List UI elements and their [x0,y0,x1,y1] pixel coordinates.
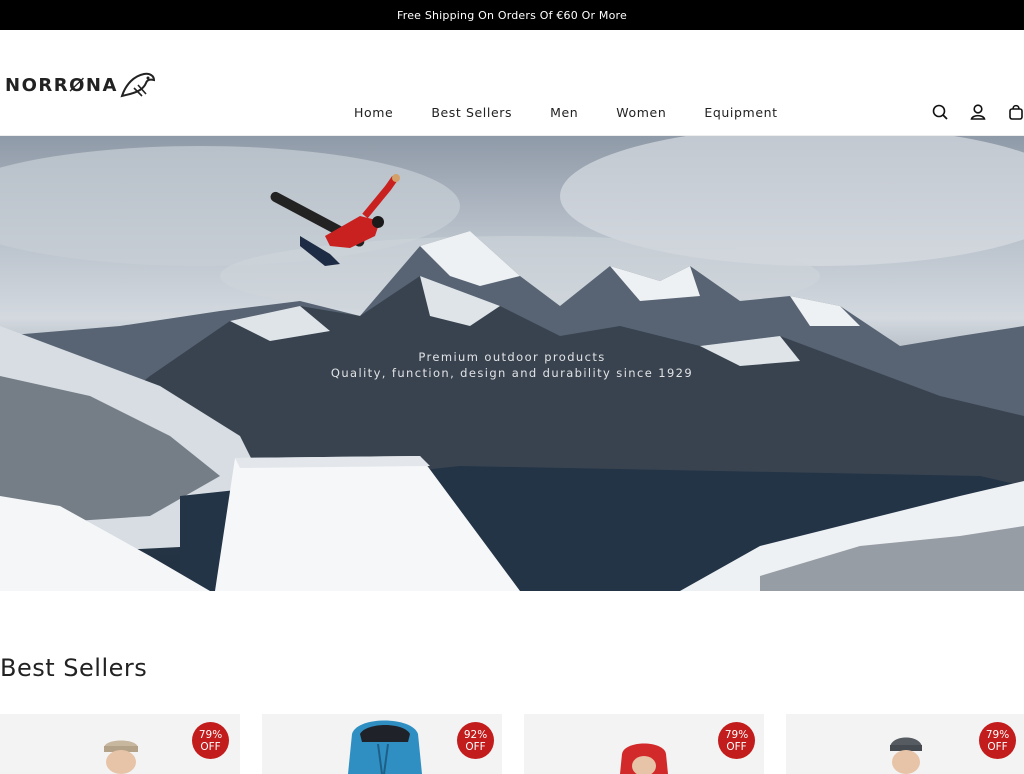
best-sellers-title: Best Sellers [0,654,148,682]
nav-men[interactable]: Men [550,105,578,120]
product-grid: 79% OFF 92% OFF 79% OFF 79% OFF [0,714,1024,774]
discount-badge: 79% OFF [718,722,755,759]
nav-women[interactable]: Women [616,105,666,120]
announcement-bar: Free Shipping On Orders Of €60 Or More [0,0,1024,30]
announcement-text: Free Shipping On Orders Of €60 Or More [396,8,627,22]
search-icon[interactable] [932,103,948,121]
discount-badge: 92% OFF [457,722,494,759]
account-icon[interactable] [970,103,986,121]
product-card[interactable]: 79% OFF [524,714,764,774]
discount-percent: 92% [463,728,488,741]
product-card[interactable]: 79% OFF [0,714,240,774]
brand-logo[interactable]: NORRØNA [5,70,156,100]
hero-tagline: Premium outdoor products [418,350,606,364]
site-header: NORRØNA Home Best Sellers Men Women Equi… [0,30,1024,136]
discount-badge: 79% OFF [192,722,229,759]
discount-percent: 79% [724,728,749,741]
discount-off: OFF [200,740,221,753]
product-card[interactable]: 92% OFF [262,714,502,774]
main-nav: Home Best Sellers Men Women Equipment [354,105,816,120]
header-actions [932,103,1024,121]
discount-off: OFF [726,740,747,753]
hero-banner[interactable]: Premium outdoor products Quality, functi… [0,136,1024,591]
product-card[interactable]: 79% OFF [786,714,1024,774]
cart-icon[interactable] [1008,103,1024,121]
brand-name: NORRØNA [5,74,118,96]
discount-percent: 79% [985,728,1010,741]
bird-logo-icon [120,72,155,98]
nav-home[interactable]: Home [354,105,393,120]
discount-percent: 79% [198,728,223,741]
discount-badge: 79% OFF [979,722,1016,759]
nav-equipment[interactable]: Equipment [704,105,777,120]
discount-off: OFF [465,740,486,753]
nav-best-sellers[interactable]: Best Sellers [431,105,512,120]
hero-subtitle: Quality, function, design and durability… [330,366,694,380]
discount-off: OFF [987,740,1008,753]
